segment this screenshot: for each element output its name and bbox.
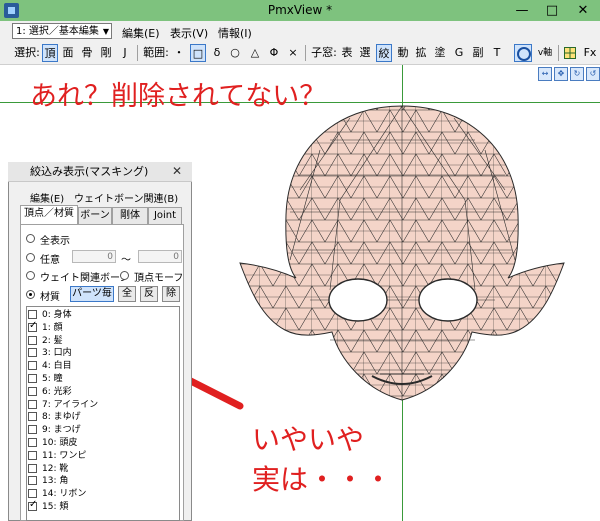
material-label: 8: まゆげ	[42, 412, 81, 423]
radio-show-all[interactable]	[26, 234, 35, 243]
material-label: 14: リボン	[42, 489, 87, 500]
material-checkbox[interactable]	[28, 489, 37, 499]
radio-weight-bone-label: ウェイト関連ボーン	[40, 273, 130, 284]
panel-menu-weight-bone[interactable]: ウェイトボーン関連(B)	[74, 190, 178, 205]
annotation-bottom-line2: 実は・・・	[252, 463, 393, 496]
material-checkbox[interactable]	[28, 425, 37, 435]
radio-material[interactable]	[26, 290, 35, 299]
material-label: 7: アイライン	[42, 399, 99, 410]
mask-panel-close-icon[interactable]: ✕	[172, 164, 182, 178]
material-checkbox[interactable]	[28, 476, 37, 486]
material-checkbox[interactable]	[28, 463, 37, 473]
tab-rigid[interactable]: 剛体	[112, 207, 148, 224]
material-checkbox[interactable]	[28, 386, 37, 396]
material-label: 11: ワンピ	[42, 450, 87, 461]
material-checkbox[interactable]	[28, 374, 37, 383]
material-checkbox[interactable]	[28, 399, 37, 409]
tab-vertex-material[interactable]: 頂点／材質	[20, 205, 78, 224]
material-label: 2: 髪	[42, 335, 63, 346]
material-label: 1: 顔	[42, 322, 63, 333]
radio-material-label: 材質	[40, 292, 60, 303]
material-checkbox[interactable]	[28, 450, 37, 460]
material-checkbox[interactable]	[28, 412, 37, 422]
material-label: 13: 角	[42, 476, 69, 487]
radio-show-all-label: 全表示	[40, 236, 70, 247]
material-label: 9: まつげ	[42, 425, 81, 436]
material-label: 6: 光彩	[42, 386, 72, 397]
radio-any[interactable]	[26, 253, 35, 262]
material-label: 10: 頭皮	[42, 438, 78, 448]
remove-button[interactable]: 除	[162, 286, 180, 302]
material-label: 4: 白目	[42, 361, 72, 372]
radio-weight-bone[interactable]	[26, 271, 35, 280]
tab-joint[interactable]: Joint	[148, 207, 182, 224]
material-checkbox[interactable]	[28, 310, 37, 319]
radio-vertex-morph-label: 頂点モーフ	[134, 273, 184, 284]
annotation-bottom-line1: いやいや	[252, 423, 365, 456]
invert-button[interactable]: 反	[140, 286, 158, 302]
material-label: 0: 身体	[42, 310, 72, 320]
material-label: 12: 靴	[42, 463, 69, 474]
tab-bone[interactable]: ボーン	[78, 207, 112, 224]
material-checkbox[interactable]	[28, 361, 37, 371]
material-label: 5: 瞳	[42, 374, 63, 384]
left-eye-hole	[328, 278, 388, 322]
any-from-field[interactable]: 0	[72, 250, 116, 263]
select-all-button[interactable]: 全	[118, 286, 136, 302]
per-parts-button[interactable]: パーツ毎	[70, 286, 114, 302]
any-to-field[interactable]: 0	[138, 250, 182, 263]
material-label: 3: 口内	[42, 348, 72, 359]
material-label: 15: 頬	[42, 502, 69, 512]
material-checkbox[interactable]	[28, 320, 37, 332]
material-checkbox[interactable]	[28, 335, 37, 345]
right-eye-hole	[418, 278, 478, 322]
any-tilde: 〜	[121, 255, 131, 266]
material-checkbox[interactable]	[28, 348, 37, 358]
material-checkbox[interactable]	[28, 499, 37, 511]
mask-panel-title: 絞込み表示(マスキング)	[8, 162, 192, 182]
radio-any-label: 任意	[40, 255, 60, 266]
radio-vertex-morph[interactable]	[120, 271, 129, 280]
panel-menu-edit[interactable]: 編集(E)	[30, 190, 64, 205]
annotation-top: あれ？削除されてない？	[30, 81, 327, 112]
material-checkbox[interactable]	[28, 438, 37, 447]
